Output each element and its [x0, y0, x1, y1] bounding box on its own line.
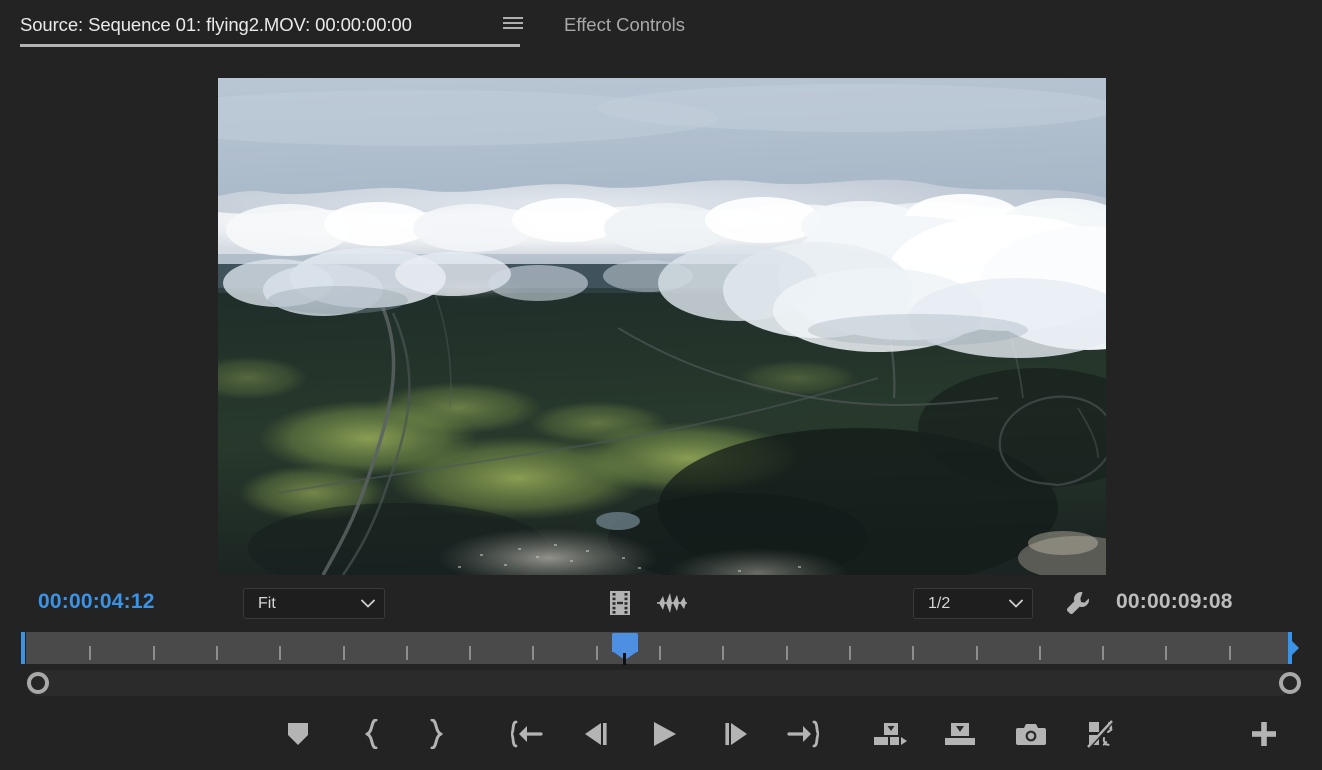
zoom-level-dropdown[interactable]: Fit [243, 588, 385, 619]
source-monitor-area [0, 48, 1322, 576]
scrubber-tick [975, 646, 978, 660]
step-back-icon [581, 721, 609, 747]
mark-out-button[interactable] [413, 712, 459, 756]
go-to-out-button[interactable] [780, 712, 826, 756]
insert-button[interactable] [867, 712, 913, 756]
film-strip-icon [610, 591, 630, 615]
scrubber-tick [1038, 646, 1041, 660]
scrubber-tick [848, 646, 851, 660]
add-marker-button[interactable] [275, 712, 321, 756]
zoom-level-value: Fit [258, 594, 276, 612]
video-preview-frame[interactable] [218, 78, 1106, 575]
panel-tab-bar: Source: Sequence 01: flying2.MOV: 00:00:… [0, 0, 1322, 48]
scrubber-tick [1228, 646, 1231, 660]
overwrite-icon [944, 721, 976, 747]
scrubber-tick [405, 646, 408, 660]
scrubber-tick [1102, 646, 1105, 660]
mark-in-button[interactable] [349, 712, 395, 756]
overwrite-button[interactable] [937, 712, 983, 756]
wrench-icon [1066, 592, 1089, 615]
zoom-scrollbar-left-handle[interactable] [27, 672, 49, 694]
transport-control-bar [0, 700, 1322, 770]
drag-audio-only-button[interactable] [656, 589, 688, 617]
effect-controls-tab-label: Effect Controls [564, 13, 685, 35]
playhead[interactable] [611, 633, 638, 665]
scrubber-tick [532, 646, 535, 660]
step-back-button[interactable] [572, 712, 618, 756]
scrubber-tick [89, 646, 92, 660]
zoom-scrollbar[interactable] [26, 670, 1292, 696]
active-tab-underline [20, 44, 520, 47]
scrubber-tick [1165, 646, 1168, 660]
hamburger-menu-icon[interactable] [503, 15, 523, 31]
zoom-scrollbar-right-handle[interactable] [1279, 672, 1301, 694]
plus-icon [1251, 721, 1277, 747]
out-point-arrow-icon [1292, 641, 1299, 655]
scrubber-tick [342, 646, 345, 660]
marker-icon [286, 721, 310, 747]
play-stop-button[interactable] [641, 712, 687, 756]
mark-out-icon [426, 719, 446, 749]
scrubber-tick [469, 646, 472, 660]
comparison-view-button[interactable] [1078, 712, 1124, 756]
go-to-in-icon [511, 720, 543, 748]
scrubber-bar[interactable] [0, 628, 1322, 668]
go-to-out-icon [787, 720, 819, 748]
source-tab-label: Source: Sequence 01: flying2.MOV: 00:00:… [20, 13, 412, 35]
camera-icon [1016, 722, 1046, 746]
hamburger-line [503, 27, 523, 29]
scrubber-tick [659, 646, 661, 660]
audio-waveform-icon [657, 593, 687, 613]
source-tab[interactable]: Source: Sequence 01: flying2.MOV: 00:00:… [20, 0, 412, 48]
scrubber-tick [215, 646, 218, 660]
button-editor-button[interactable] [1241, 712, 1287, 756]
scrubber-tick [152, 646, 155, 660]
duration-timecode[interactable]: 00:00:09:08 [1116, 590, 1233, 614]
in-point-marker[interactable] [21, 632, 25, 664]
effect-controls-tab[interactable]: Effect Controls [564, 0, 685, 48]
scrubber-tick [912, 646, 915, 660]
playback-resolution-value: 1/2 [928, 594, 951, 612]
current-timecode[interactable]: 00:00:04:12 [38, 590, 155, 614]
scrubber-tick [279, 646, 282, 660]
chevron-down-icon [1004, 599, 1032, 608]
hamburger-line [503, 22, 523, 24]
go-to-in-button[interactable] [504, 712, 550, 756]
playback-resolution-dropdown[interactable]: 1/2 [913, 588, 1033, 619]
scrubber-tick [785, 646, 788, 660]
step-forward-button[interactable] [714, 712, 760, 756]
export-frame-button[interactable] [1008, 712, 1054, 756]
scrubber-tick [722, 646, 725, 660]
step-forward-icon [723, 721, 751, 747]
settings-button[interactable] [1063, 588, 1093, 618]
chevron-down-icon [356, 599, 384, 608]
play-icon [650, 720, 678, 748]
monitor-control-row: 00:00:04:12 Fit 1/2 00:00:09:08 [0, 576, 1322, 628]
playhead-stem [622, 653, 626, 665]
playhead-body [611, 633, 638, 652]
hamburger-line [503, 17, 523, 19]
comparison-view-off-icon [1087, 720, 1115, 748]
drag-video-only-button[interactable] [606, 589, 634, 617]
insert-icon [873, 721, 907, 747]
scrubber-tick [595, 646, 598, 660]
aerial-video-still [218, 78, 1106, 575]
mark-in-icon [362, 719, 382, 749]
